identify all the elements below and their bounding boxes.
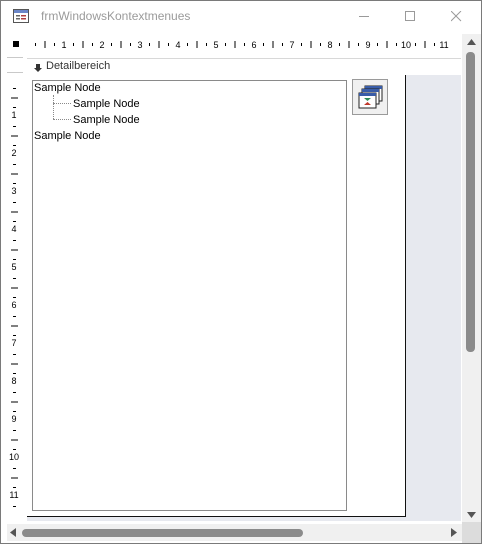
ruler-number-h: 7 bbox=[289, 40, 294, 50]
ruler-number-h: 10 bbox=[401, 40, 411, 50]
ruler-number-v: 10 bbox=[9, 452, 19, 462]
title-bar: frmWindowsKontextmenues bbox=[1, 1, 481, 32]
ruler-number-h: 1 bbox=[61, 40, 66, 50]
ruler-number-h: 2 bbox=[99, 40, 104, 50]
ruler-number-v: 4 bbox=[11, 224, 16, 234]
ruler-number-v: 2 bbox=[11, 148, 16, 158]
form-selector[interactable] bbox=[13, 41, 19, 47]
form-icon bbox=[13, 9, 29, 23]
tree-node-child[interactable]: Sample Node bbox=[73, 114, 140, 126]
scroll-down-icon[interactable] bbox=[467, 512, 476, 518]
command-button[interactable] bbox=[352, 79, 388, 115]
ruler-number-h: 8 bbox=[327, 40, 332, 50]
ruler-number-v: 6 bbox=[11, 300, 16, 310]
ruler-number-v: 9 bbox=[11, 414, 16, 424]
tree-connector-line bbox=[53, 95, 54, 119]
tree-node-child[interactable]: Sample Node bbox=[73, 98, 140, 110]
maximize-button[interactable] bbox=[387, 1, 433, 32]
ruler-number-v: 11 bbox=[9, 490, 18, 500]
horizontal-scroll-thumb[interactable] bbox=[22, 529, 303, 537]
ruler-number-h: 4 bbox=[175, 40, 180, 50]
form-stack-icon bbox=[358, 85, 383, 109]
maximize-icon bbox=[405, 11, 415, 21]
ruler-number-v: 3 bbox=[11, 186, 16, 196]
scroll-up-icon[interactable] bbox=[467, 39, 476, 45]
section-arrow-icon bbox=[33, 62, 43, 76]
section-label: Detailbereich bbox=[46, 60, 111, 72]
ruler-number-h: 11 bbox=[439, 40, 448, 50]
ruler-number-v: 5 bbox=[11, 262, 16, 272]
ruler-number-h: 3 bbox=[137, 40, 142, 50]
tree-connector-line bbox=[53, 103, 71, 104]
ruler-number-v: 1 bbox=[11, 110, 16, 120]
minimize-button[interactable] bbox=[341, 1, 387, 32]
ruler-number-h: 9 bbox=[365, 40, 370, 50]
close-icon bbox=[451, 11, 462, 22]
ruler-number-h: 6 bbox=[251, 40, 256, 50]
ruler-number-v: 7 bbox=[11, 338, 16, 348]
treeview-control[interactable]: Sample Node Sample Node Sample Node Samp… bbox=[32, 80, 347, 511]
section-ruler-gap bbox=[7, 57, 23, 73]
ruler-number-v: 8 bbox=[11, 376, 16, 386]
close-button[interactable] bbox=[433, 1, 479, 32]
section-header-detail[interactable]: Detailbereich bbox=[27, 58, 461, 76]
scrollbar-corner bbox=[462, 522, 481, 543]
vertical-scroll-thumb[interactable] bbox=[466, 52, 475, 352]
window-title: frmWindowsKontextmenues bbox=[41, 9, 191, 23]
minimize-icon bbox=[359, 16, 369, 17]
tree-connector-line bbox=[53, 119, 71, 120]
tree-node-root[interactable]: Sample Node bbox=[34, 130, 101, 142]
form-design-window: frmWindowsKontextmenues 1 2 3 4 5 6 7 8 … bbox=[0, 0, 482, 544]
ruler-number-h: 5 bbox=[213, 40, 218, 50]
scroll-right-icon[interactable] bbox=[451, 528, 457, 537]
scroll-left-icon[interactable] bbox=[10, 528, 16, 537]
vertical-ruler[interactable]: 1 2 3 4 5 6 7 8 9 10 11 bbox=[7, 75, 23, 511]
horizontal-ruler[interactable]: 1 2 3 4 5 6 7 8 9 10 11 bbox=[25, 37, 461, 53]
tree-node-root[interactable]: Sample Node bbox=[34, 82, 101, 94]
